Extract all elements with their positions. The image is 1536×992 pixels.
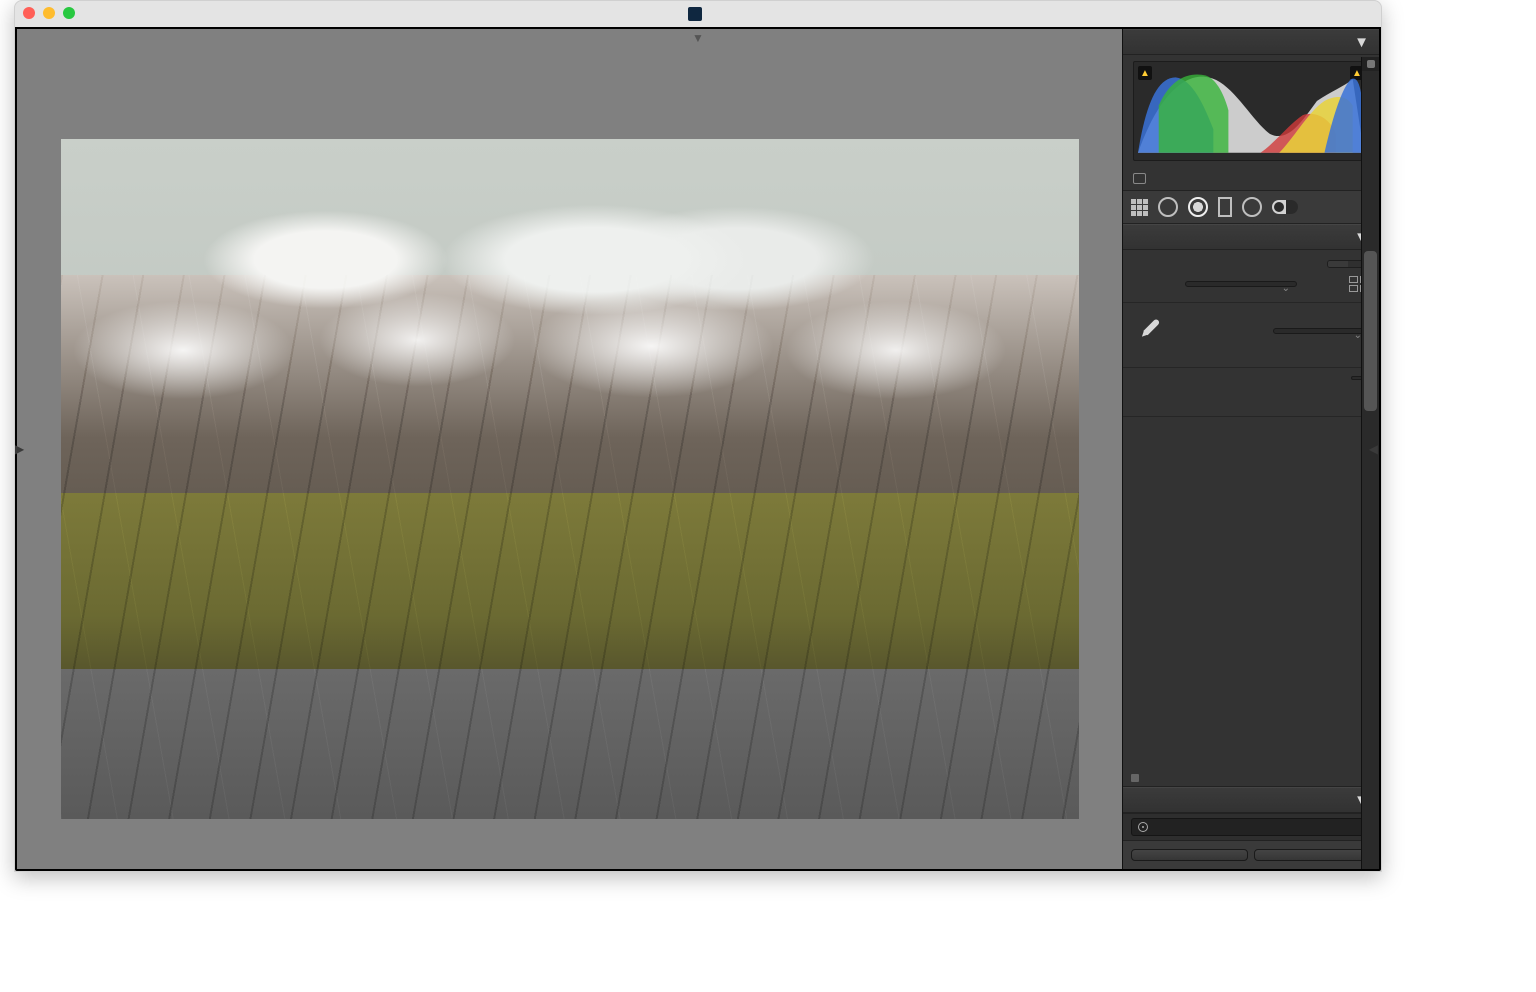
graduated-filter-tool[interactable] [1218,197,1232,217]
app-window: ▼ ▶ ▼ [14,0,1382,872]
profile-dropdown[interactable] [1185,281,1297,287]
panel-switch-icon[interactable] [1131,774,1139,782]
right-panel-grip[interactable]: ◀ [1369,442,1378,456]
histogram-display[interactable]: ▲ ▲ [1133,61,1369,161]
histogram-graph [1138,68,1364,153]
app-chrome: ▼ ▶ ▼ [15,27,1381,871]
tone-curve-target-row [1123,813,1379,840]
disclosure-triangle-icon: ▼ [1354,34,1369,51]
previous-button[interactable] [1131,849,1248,861]
local-tools-strip [1123,191,1379,224]
window-controls [23,7,75,19]
zoom-window-button[interactable] [63,7,75,19]
right-panel-scrollbar[interactable] [1361,57,1379,869]
radial-filter-tool[interactable] [1242,197,1262,217]
dev-bottom-buttons [1123,840,1379,869]
image-canvas-area: ▶ [17,29,1122,869]
reset-button[interactable] [1254,849,1371,861]
histogram-panel-header[interactable]: ▼ [1123,29,1379,55]
close-window-button[interactable] [23,7,35,19]
crop-tool[interactable] [1131,199,1148,216]
adjustment-brush-tool[interactable] [1272,200,1298,214]
basic-panel [1123,250,1379,787]
basic-panel-header[interactable]: ▼ [1123,224,1379,250]
left-panel-grip[interactable]: ▶ [15,442,24,456]
tone-curve-panel-header[interactable]: ▼ [1123,787,1379,813]
tone-curve-target-well[interactable] [1131,818,1371,836]
photo-preview[interactable] [61,139,1079,819]
red-eye-tool[interactable] [1188,197,1208,217]
original-photo-toggle[interactable] [1133,167,1369,184]
white-balance-eyedropper-icon[interactable] [1129,311,1169,351]
workspace: ▼ ▶ ▼ [17,29,1379,869]
window-title [688,7,708,21]
treatment-color[interactable] [1328,261,1348,267]
wb-dropdown[interactable] [1273,328,1369,334]
app-icon [688,7,702,21]
top-panel-grip[interactable]: ▼ [692,31,704,45]
scrollbar-thumb[interactable] [1364,251,1377,411]
spot-removal-tool[interactable] [1158,197,1178,217]
solo-mode-toggle[interactable] [1362,57,1379,71]
histogram-section: ▲ ▲ [1123,55,1379,191]
titlebar [15,1,1381,27]
develop-right-panel: ▼ ▲ ▲ [1122,29,1379,869]
target-adjustment-icon [1138,822,1148,832]
checkbox-icon [1133,173,1146,184]
minimize-window-button[interactable] [43,7,55,19]
